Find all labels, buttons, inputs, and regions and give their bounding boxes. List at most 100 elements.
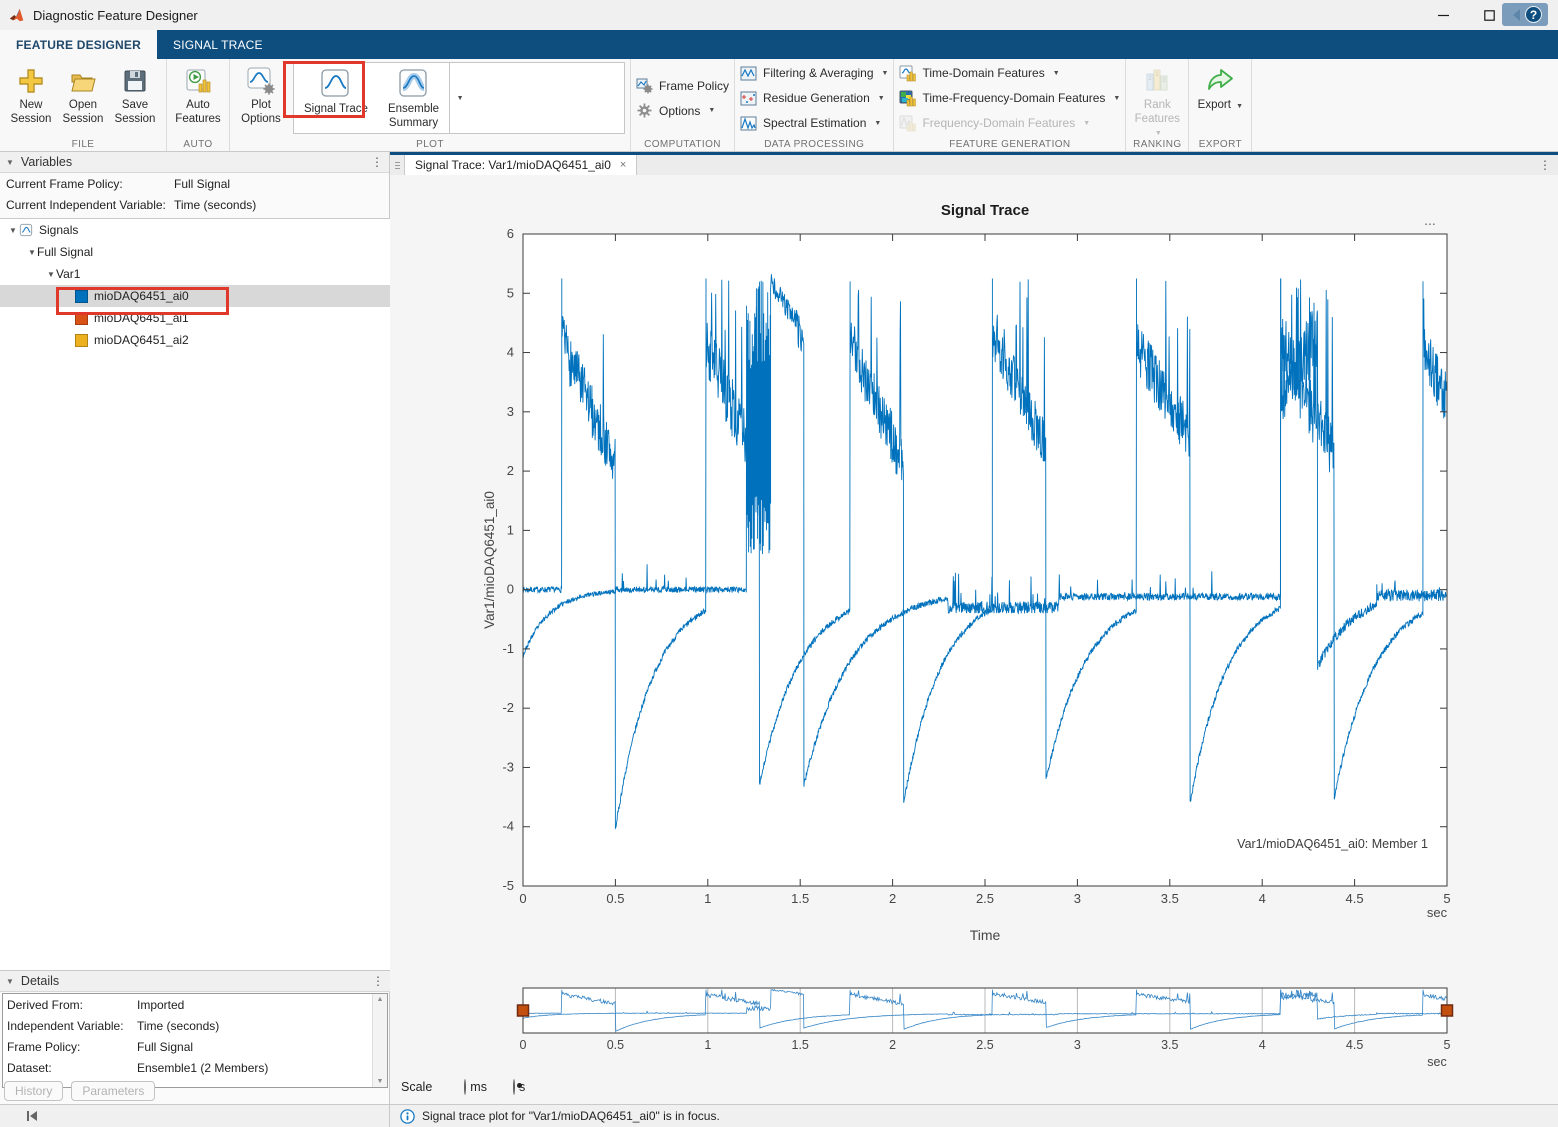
panner-tick-label: 2	[889, 1038, 896, 1052]
collapse-details-icon[interactable]: ▼	[6, 977, 14, 986]
x-tick-label: 0	[519, 891, 526, 906]
signals-tree: ▼Signals▼Full Signal▼Var1mioDAQ6451_ai0m…	[0, 218, 390, 971]
scroll-up-icon[interactable]: ▲	[377, 996, 384, 1003]
x-axis-unit: sec	[1427, 905, 1448, 920]
frequency-domain-features-icon	[899, 115, 916, 132]
ribbon-group-data-processing: Filtering & Averaging▼ Residue Generation…	[735, 59, 894, 151]
export-button[interactable]: Export ▼	[1194, 62, 1246, 134]
tree-expand-icon[interactable]: ▼	[8, 226, 18, 235]
title-bar: Diagnostic Feature Designer	[0, 0, 1558, 30]
details-row: Dataset:Ensemble1 (2 Members)	[3, 1057, 387, 1078]
ribbon-group-file: New SessionOpen SessionSave Session FILE	[0, 59, 167, 151]
time-frequency-domain-features-button[interactable]: Time-Frequency-Domain Features▼	[899, 87, 1120, 109]
x-tick-label: 0.5	[606, 891, 624, 906]
spectral-estimation-button[interactable]: Spectral Estimation▼	[740, 112, 888, 134]
ribbon-group-computation: Frame PolicyOptions▼COMPUTATION	[631, 59, 735, 151]
chart-menu-icon[interactable]: ...	[1424, 212, 1436, 228]
open-session-button[interactable]: Open Session	[57, 62, 109, 134]
tab-signal-trace[interactable]: Signal Trace: Var1/mioDAQ6451_ai0 ×	[404, 155, 637, 175]
collapse-variables-icon[interactable]: ▼	[6, 158, 14, 167]
minimize-button[interactable]	[1420, 0, 1466, 30]
parameters-button[interactable]: Parameters	[71, 1081, 155, 1101]
collapse-panel-icon[interactable]	[26, 1110, 39, 1122]
residue-generation-button[interactable]: Residue Generation▼	[740, 87, 888, 109]
help-button[interactable]: ?	[1502, 3, 1548, 26]
tree-item-miodaq6451-ai1[interactable]: mioDAQ6451_ai1	[0, 307, 390, 329]
scale-radio-ms[interactable]	[464, 1079, 466, 1095]
group-label-feature-generation: FEATURE GENERATION	[894, 139, 1125, 150]
details-panel-header[interactable]: ▼ Details ⋮	[0, 971, 390, 992]
variables-info-row: Current Frame Policy:Full Signal	[0, 173, 389, 194]
spectral-estimation-icon	[740, 115, 757, 132]
new-session-button[interactable]: New Session	[5, 62, 57, 134]
ribbon-group-feature-generation: Time-Domain Features▼ Time-Frequency-Doma…	[894, 59, 1126, 151]
panner-axis-unit: sec	[1427, 1055, 1446, 1069]
frame-policy-button[interactable]: Frame Policy	[636, 75, 729, 97]
tab-close-icon[interactable]: ×	[620, 159, 626, 171]
tree-item-miodaq6451-ai2[interactable]: mioDAQ6451_ai2	[0, 329, 390, 351]
group-label-plot: PLOT	[230, 139, 630, 150]
tree-item-full-signal[interactable]: ▼Full Signal	[0, 241, 390, 263]
auto-features-button[interactable]: Auto Features	[172, 62, 224, 134]
details-row: Derived From:Imported	[3, 994, 387, 1015]
dropdown-arrow-icon: ▼	[1236, 103, 1243, 110]
frequency-domain-features-button: Frequency-Domain Features▼	[899, 112, 1120, 134]
details-menu-icon[interactable]: ⋮	[372, 974, 384, 988]
info-icon	[400, 1109, 415, 1124]
time-frequency-domain-features-icon	[899, 90, 916, 107]
ribbon-tab-feature-designer[interactable]: FEATURE DESIGNER	[0, 30, 157, 59]
group-label-auto: AUTO	[167, 139, 229, 150]
auto-features-icon	[183, 66, 213, 96]
save-session-icon	[120, 66, 150, 96]
tree-item-miodaq6451-ai0[interactable]: mioDAQ6451_ai0	[0, 285, 390, 307]
plot-options-button[interactable]: Plot Options	[235, 62, 287, 134]
rank-features-button: 213Rank Features ▼	[1131, 62, 1183, 134]
panner-tick-label: 0.5	[607, 1038, 624, 1052]
document-area: Signal Trace: Var1/mioDAQ6451_ai0 × ⋮ 0 0…	[390, 152, 1558, 1104]
panner-tick-label: 1	[704, 1038, 711, 1052]
group-label-file: FILE	[0, 139, 166, 150]
variables-info: Current Frame Policy:Full SignalCurrent …	[0, 173, 389, 215]
dropdown-arrow-icon: ▼	[878, 95, 885, 102]
variables-menu-icon[interactable]: ⋮	[371, 155, 383, 169]
details-row: Independent Variable:Time (seconds)	[3, 1015, 387, 1036]
x-tick-label: 2.5	[976, 891, 994, 906]
app-window: Diagnostic Feature Designer FEATURE DESI…	[0, 0, 1558, 1127]
save-session-button[interactable]: Save Session	[109, 62, 161, 134]
filtering-averaging-button[interactable]: Filtering & Averaging▼	[740, 62, 888, 84]
y-tick-label: -2	[502, 700, 514, 715]
chart-region: 00.511.522.533.544.55-5-4-3-2-10123456Si…	[390, 175, 1558, 1104]
dropdown-arrow-icon: ▼	[708, 107, 715, 114]
ribbon-tab-signal-trace[interactable]: SIGNAL TRACE	[157, 30, 279, 59]
x-tick-label: 3	[1074, 891, 1081, 906]
scale-radio-s[interactable]	[513, 1079, 515, 1095]
tree-item-var1[interactable]: ▼Var1	[0, 263, 390, 285]
options-button[interactable]: Options▼	[636, 100, 729, 122]
signal-trace-plot[interactable]: 00.511.522.533.544.55-5-4-3-2-10123456Si…	[390, 175, 1558, 1104]
help-icon: ?	[1525, 6, 1542, 23]
tab-grip-icon[interactable]	[390, 155, 404, 175]
history-button[interactable]: History	[4, 1081, 63, 1101]
tree-item-signals[interactable]: ▼Signals	[0, 219, 390, 241]
panner-handle-right[interactable]	[1442, 1005, 1453, 1016]
status-bar-left	[0, 1105, 390, 1127]
help-notch-icon	[1513, 9, 1520, 21]
x-tick-label: 2	[889, 891, 896, 906]
signal-color-swatch	[75, 312, 88, 325]
tree-expand-icon[interactable]: ▼	[46, 270, 56, 279]
scroll-down-icon[interactable]: ▼	[377, 1078, 384, 1085]
scale-label: Scale	[401, 1080, 432, 1094]
tabbar-menu-icon[interactable]: ⋮	[1539, 155, 1558, 175]
x-tick-label: 5	[1443, 891, 1450, 906]
panner-handle-left[interactable]	[518, 1005, 529, 1016]
group-label-ranking: RANKING	[1126, 139, 1188, 150]
time-domain-features-button[interactable]: Time-Domain Features▼	[899, 62, 1120, 84]
ensemble-summary-button[interactable]: Ensemble Summary	[378, 63, 449, 133]
signal-color-swatch	[75, 334, 88, 347]
details-scrollbar[interactable]: ▲▼	[372, 994, 387, 1087]
gallery-dropdown-icon[interactable]: ▼	[449, 63, 468, 133]
details-panel-title: Details	[21, 974, 59, 988]
signal-trace-button[interactable]: Signal Trace	[294, 63, 378, 133]
variables-panel-header[interactable]: ▼ Variables ⋮	[0, 152, 389, 173]
tree-expand-icon[interactable]: ▼	[27, 248, 37, 257]
